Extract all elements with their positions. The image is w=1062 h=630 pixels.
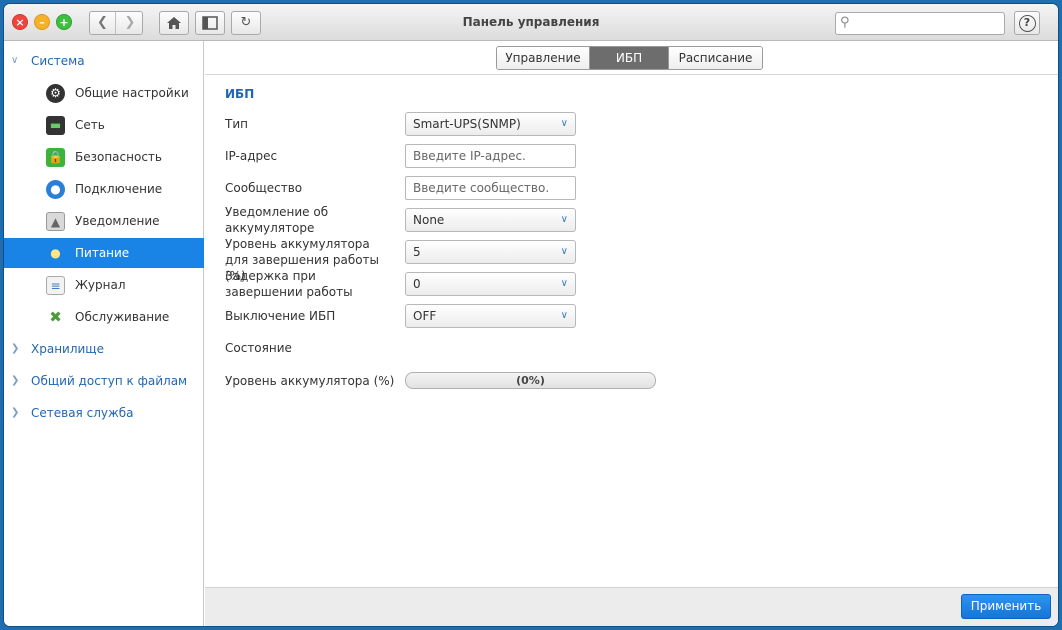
- type-select-value: Smart-UPS(SNMP): [413, 117, 521, 131]
- sidebar-section-label: Хранилище: [31, 342, 104, 356]
- community-label: Сообщество: [225, 181, 303, 195]
- sidebar-item-label: Уведомление: [75, 214, 160, 228]
- sidebar-section-label: Система: [31, 54, 85, 68]
- battery-notify-select[interactable]: None ∨: [405, 208, 576, 232]
- search-input[interactable]: ⚲: [835, 12, 1005, 35]
- sidebar-item-notification[interactable]: ▲ Уведомление: [4, 206, 204, 236]
- gear-icon: ⚙: [46, 84, 65, 103]
- sidebar-item-maintenance[interactable]: ✖ Обслуживание: [4, 302, 204, 332]
- chevron-right-icon: ❯: [11, 343, 20, 354]
- sidebar-section-label: Сетевая служба: [31, 406, 134, 420]
- help-button[interactable]: ?: [1014, 11, 1040, 35]
- ip-address-input[interactable]: Введите IP-адрес.: [405, 144, 576, 168]
- help-icon: ?: [1018, 15, 1036, 32]
- sidebar: ∨ Система ⚙ Общие настройки ▬ Сеть 🔒 Без…: [4, 41, 204, 626]
- shutdown-delay-value: 0: [413, 277, 421, 291]
- battery-notify-value: None: [413, 213, 445, 227]
- sidebar-item-label: Обслуживание: [75, 310, 170, 324]
- ups-off-select[interactable]: OFF ∨: [405, 304, 576, 328]
- bell-icon: ▲: [46, 212, 65, 231]
- chevron-right-icon: ❯: [11, 375, 20, 386]
- globe-icon: ●: [46, 180, 65, 199]
- tools-icon: ✖: [49, 308, 62, 326]
- shutdown-level-select[interactable]: 5 ∨: [405, 240, 576, 264]
- title-bar: × – + ❮ ❯ ↻ Панель управления ⚲ ?: [4, 4, 1058, 41]
- tab-ups[interactable]: ИБП: [590, 47, 669, 69]
- search-icon: ⚲: [840, 15, 850, 30]
- sidebar-item-label: Подключение: [75, 182, 163, 196]
- tabs: Управление ИБП Расписание: [496, 46, 763, 70]
- tab-bar: Управление ИБП Расписание: [205, 41, 1058, 75]
- ip-label: IP-адрес: [225, 149, 278, 163]
- chevron-down-icon: ∨: [560, 310, 568, 321]
- tab-schedule[interactable]: Расписание: [669, 47, 762, 69]
- lightbulb-icon: ●: [50, 246, 61, 260]
- sidebar-item-power[interactable]: ● Питание: [4, 238, 204, 268]
- chevron-down-icon: ∨: [11, 55, 19, 66]
- network-icon: ▬: [46, 116, 65, 135]
- chevron-down-icon: ∨: [560, 278, 568, 289]
- section-title: ИБП: [225, 87, 255, 101]
- footer-bar: Применить: [205, 587, 1058, 626]
- chevron-down-icon: ∨: [560, 214, 568, 225]
- shutdown-delay-label: Задержка при завершении работы: [225, 269, 353, 299]
- battery-level-label: Уровень аккумулятора (%): [225, 374, 395, 388]
- status-label: Состояние: [225, 341, 292, 355]
- chevron-down-icon: ∨: [560, 118, 568, 129]
- shutdown-level-value: 5: [413, 245, 421, 259]
- sidebar-item-label: Безопасность: [75, 150, 162, 164]
- battery-level-text: (0%): [516, 374, 545, 387]
- sidebar-item-security[interactable]: 🔒 Безопасность: [4, 142, 204, 172]
- chevron-down-icon: ∨: [560, 246, 568, 257]
- apply-button[interactable]: Применить: [961, 594, 1051, 619]
- community-input[interactable]: Введите сообщество.: [405, 176, 576, 200]
- battery-notify-label: Уведомление об аккумуляторе: [225, 205, 329, 235]
- type-label: Тип: [225, 117, 248, 131]
- sidebar-item-label: Сеть: [75, 118, 105, 132]
- sidebar-section-network-service[interactable]: ❯ Сетевая служба: [4, 398, 204, 428]
- sidebar-item-label: Журнал: [75, 278, 126, 292]
- sidebar-section-label: Общий доступ к файлам: [31, 374, 188, 388]
- sidebar-item-label: Общие настройки: [75, 86, 189, 100]
- type-select[interactable]: Smart-UPS(SNMP) ∨: [405, 112, 576, 136]
- sidebar-item-general[interactable]: ⚙ Общие настройки: [4, 78, 204, 108]
- lock-icon: 🔒: [46, 148, 65, 167]
- control-panel-window: × – + ❮ ❯ ↻ Панель управления ⚲ ? ∨ Сист…: [4, 4, 1058, 626]
- main-panel: Управление ИБП Расписание ИБП Тип Smart-…: [205, 41, 1058, 587]
- shutdown-delay-select[interactable]: 0 ∨: [405, 272, 576, 296]
- sidebar-section-system[interactable]: ∨ Система: [4, 46, 204, 76]
- sidebar-item-label: Питание: [75, 246, 130, 260]
- ups-off-label: Выключение ИБП: [225, 309, 336, 323]
- sidebar-section-file-sharing[interactable]: ❯ Общий доступ к файлам: [4, 366, 204, 396]
- ups-off-value: OFF: [413, 309, 437, 323]
- chevron-right-icon: ❯: [11, 407, 20, 418]
- tab-management[interactable]: Управление: [497, 47, 590, 69]
- log-icon: ≡: [46, 276, 65, 295]
- sidebar-item-log[interactable]: ≡ Журнал: [4, 270, 204, 300]
- sidebar-item-connection[interactable]: ● Подключение: [4, 174, 204, 204]
- sidebar-section-storage[interactable]: ❯ Хранилище: [4, 334, 204, 364]
- sidebar-item-network[interactable]: ▬ Сеть: [4, 110, 204, 140]
- battery-level-bar: (0%): [405, 372, 656, 389]
